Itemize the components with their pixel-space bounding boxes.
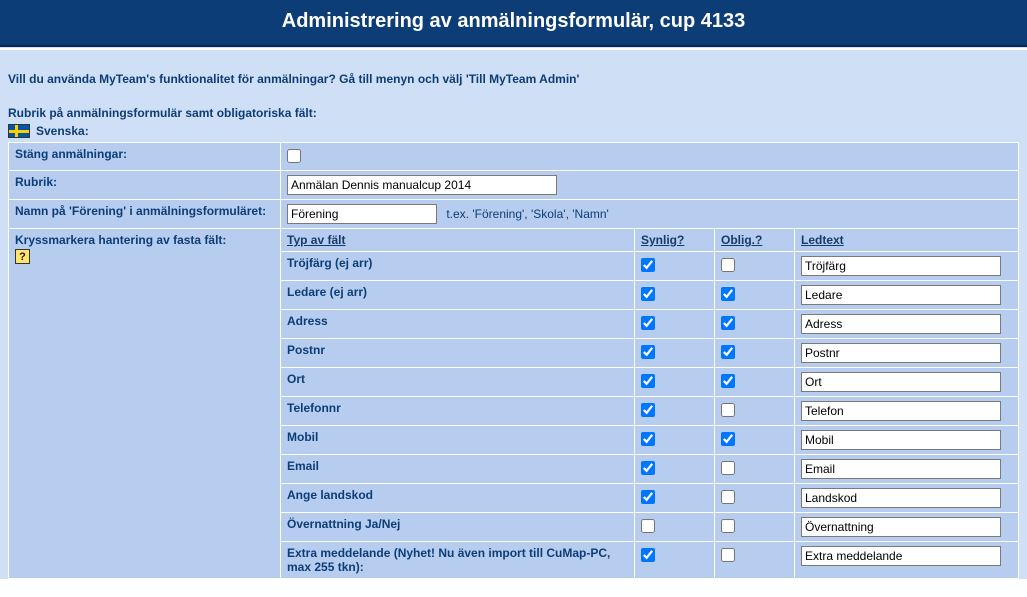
visible-checkbox[interactable] [641,432,655,446]
oblig-checkbox[interactable] [721,490,735,504]
intro-text: Vill du använda MyTeam's funktionalitet … [8,58,1019,104]
visible-checkbox[interactable] [641,316,655,330]
field-type-label: Ange landskod [287,488,373,502]
oblig-checkbox[interactable] [721,519,735,533]
label-assoc-name: Namn på 'Förening' i anmälningsformuläre… [9,200,281,229]
oblig-checkbox[interactable] [721,287,735,301]
header-oblig-link[interactable]: Oblig.? [721,233,762,247]
visible-checkbox[interactable] [641,461,655,475]
oblig-checkbox[interactable] [721,548,735,562]
ledtext-input[interactable] [801,314,1001,334]
header-ledtext-link[interactable]: Ledtext [801,233,844,247]
oblig-checkbox[interactable] [721,432,735,446]
oblig-checkbox[interactable] [721,345,735,359]
ledtext-input[interactable] [801,546,1001,566]
visible-checkbox[interactable] [641,403,655,417]
visible-checkbox[interactable] [641,519,655,533]
visible-checkbox[interactable] [641,374,655,388]
fixed-fields-label-text: Kryssmarkera hantering av fasta fält: [15,233,274,247]
field-type-label: Adress [287,314,328,328]
rubrik-input[interactable] [287,175,557,195]
language-label: Svenska: [36,124,89,138]
close-reg-checkbox[interactable] [287,149,301,163]
oblig-checkbox[interactable] [721,461,735,475]
oblig-checkbox[interactable] [721,403,735,417]
header-visible-link[interactable]: Synlig? [641,233,684,247]
oblig-checkbox[interactable] [721,316,735,330]
label-close-reg: Stäng anmälningar: [9,143,281,171]
field-type-label: Mobil [287,430,318,444]
field-type-label: Övernattning Ja/Nej [287,517,400,531]
section-heading: Rubrik på anmälningsformulär samt obliga… [8,104,1019,124]
field-type-label: Tröjfärg (ej arr) [287,256,372,270]
language-row: Svenska: [8,124,1019,142]
assoc-name-input[interactable] [287,204,437,224]
ledtext-input[interactable] [801,430,1001,450]
row-fixed-fields-header: Kryssmarkera hantering av fasta fält:?Ty… [9,229,1019,252]
visible-checkbox[interactable] [641,548,655,562]
field-type-label: Postnr [287,343,325,357]
visible-checkbox[interactable] [641,345,655,359]
field-type-label: Extra meddelande (Nyhet! Nu även import … [287,546,610,574]
ledtext-input[interactable] [801,372,1001,392]
label-fixed-fields: Kryssmarkera hantering av fasta fält:? [9,229,281,579]
content-area: Vill du använda MyTeam's funktionalitet … [0,50,1027,579]
row-association-name: Namn på 'Förening' i anmälningsformuläre… [9,200,1019,229]
oblig-checkbox[interactable] [721,258,735,272]
header-type-link[interactable]: Typ av fält [287,233,345,247]
oblig-checkbox[interactable] [721,374,735,388]
ledtext-input[interactable] [801,401,1001,421]
flag-se-icon [8,124,30,138]
row-close-registrations: Stäng anmälningar: [9,143,1019,171]
ledtext-input[interactable] [801,488,1001,508]
page-title: Administrering av anmälningsformulär, cu… [0,0,1027,47]
field-type-label: Email [287,459,319,473]
visible-checkbox[interactable] [641,258,655,272]
ledtext-input[interactable] [801,256,1001,276]
visible-checkbox[interactable] [641,287,655,301]
field-type-label: Ledare (ej arr) [287,285,367,299]
assoc-hint: t.ex. 'Förening', 'Skola', 'Namn' [446,207,608,221]
ledtext-input[interactable] [801,459,1001,479]
row-rubrik: Rubrik: [9,171,1019,200]
label-rubrik: Rubrik: [9,171,281,200]
ledtext-input[interactable] [801,517,1001,537]
help-icon[interactable]: ? [15,249,30,264]
ledtext-input[interactable] [801,343,1001,363]
ledtext-input[interactable] [801,285,1001,305]
field-type-label: Ort [287,372,305,386]
field-type-label: Telefonnr [287,401,341,415]
visible-checkbox[interactable] [641,490,655,504]
form-table: Stäng anmälningar: Rubrik: Namn på 'Före… [8,142,1019,579]
